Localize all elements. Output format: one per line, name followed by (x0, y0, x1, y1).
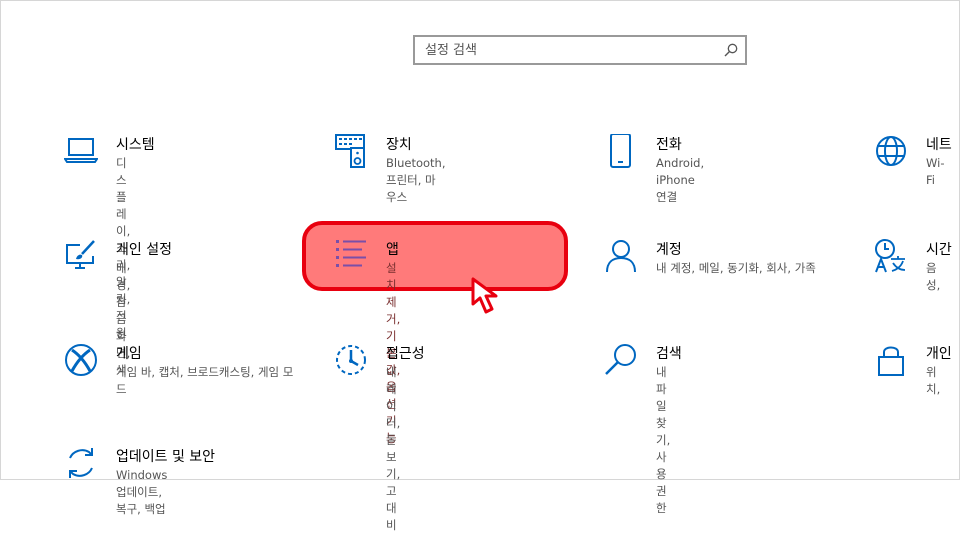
tile-title: 시스템 (116, 137, 155, 153)
tile-title: 개인 (926, 346, 952, 362)
update-icon (69, 448, 93, 478)
tile-description: 음성, (926, 261, 941, 292)
phone-icon (610, 134, 631, 168)
mouse-cursor-icon (471, 277, 498, 314)
tile-title: 접근성 (386, 346, 425, 362)
ease-of-access-icon (336, 345, 366, 375)
tile-title: 검색 (656, 346, 682, 362)
tile-description: Windows 업데이트, 복구, 백업 (116, 468, 168, 516)
tile-description: 내 파일 찾기, 사용 권한 (656, 365, 671, 515)
apps-list-icon (336, 240, 366, 267)
tile-description: Android, iPhone 연결 (656, 156, 705, 204)
xbox-icon (65, 344, 97, 376)
globe-icon (876, 136, 906, 166)
search-input[interactable] (425, 40, 705, 60)
search-icon[interactable] (723, 42, 739, 58)
keyboard-speaker-icon (335, 134, 365, 168)
search-box[interactable] (413, 35, 747, 65)
tile-title: 업데이트 및 보안 (116, 449, 216, 465)
tile-title: 게임 (116, 346, 142, 362)
laptop-icon (64, 138, 98, 163)
time-language-icon (875, 239, 906, 273)
tile-title: 시간 (926, 242, 952, 258)
tile-description: 내 계정, 메일, 동기화, 회사, 가족 (656, 261, 816, 275)
tile-title: 계정 (656, 242, 682, 258)
tile-title: 전화 (656, 137, 682, 153)
tile-title: 네트 (926, 137, 952, 153)
lock-icon (878, 346, 904, 376)
personalization-icon (66, 240, 95, 269)
person-icon (606, 240, 636, 273)
tile-description: 내레이터, 돋보기, 고대비 (386, 365, 401, 532)
tile-title: 장치 (386, 137, 412, 153)
tile-title: 앱 (386, 242, 399, 258)
magnifier-icon (605, 344, 636, 375)
tile-description: 게임 바, 캡처, 브로드캐스팅, 게임 모드 (116, 365, 294, 396)
tile-description: Wi-Fi (926, 156, 945, 187)
tile-title: 개인 설정 (116, 242, 172, 258)
tile-description: 위치, (926, 365, 941, 396)
tile-description: Bluetooth, 프린터, 마우스 (386, 156, 446, 204)
